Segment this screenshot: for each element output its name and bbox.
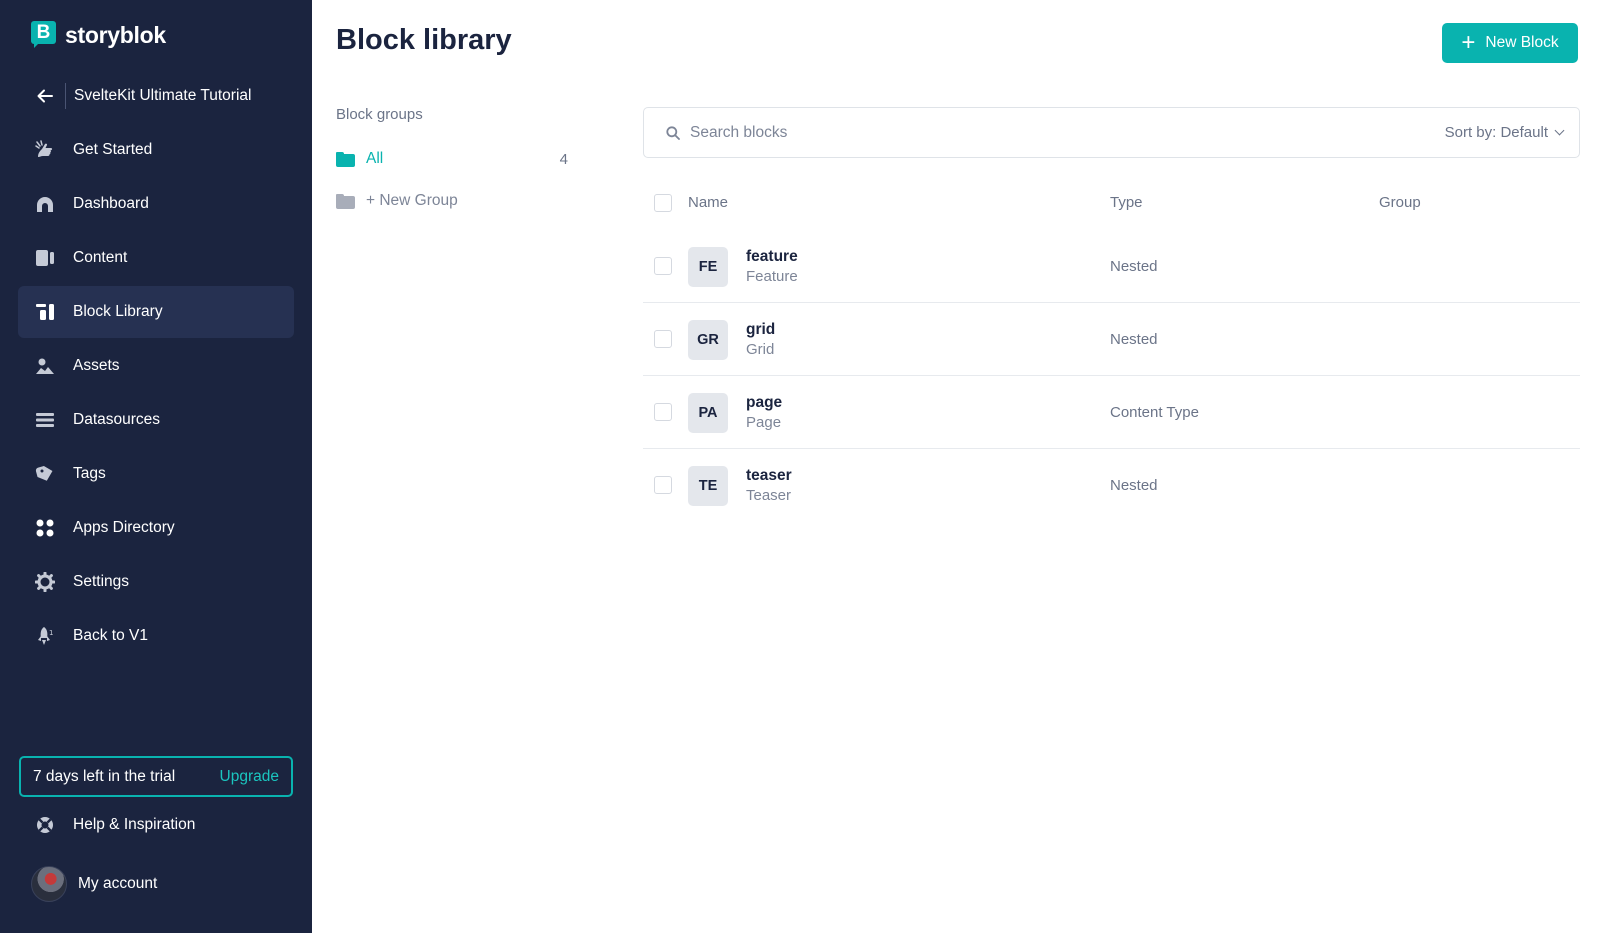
block-display-name: Feature	[746, 268, 798, 285]
group-count: 4	[559, 150, 568, 168]
svg-text:1: 1	[49, 629, 53, 637]
folder-icon	[336, 151, 355, 167]
sidebar-item-block-library[interactable]: Block Library	[18, 286, 294, 338]
group-all[interactable]: All 4	[336, 147, 568, 171]
block-display-name: Teaser	[746, 487, 792, 504]
sidebar-item-tags[interactable]: Tags	[18, 448, 294, 500]
group-label: + New Group	[366, 192, 458, 209]
account-label: My account	[78, 875, 158, 892]
sidebar-item-dashboard[interactable]: Dashboard	[18, 178, 294, 230]
block-display-name: Grid	[746, 341, 775, 358]
block-type: Content Type	[1110, 404, 1199, 421]
rocket-hand-icon	[35, 140, 55, 160]
sidebar-item-get-started[interactable]: Get Started	[18, 124, 294, 176]
block-name: grid	[746, 321, 776, 338]
sidebar-item-label: Tags	[73, 465, 106, 482]
column-header-group[interactable]: Group	[1379, 194, 1421, 211]
help-inspiration-link[interactable]: Help & Inspiration	[18, 799, 294, 851]
table-row[interactable]: PA page Page Content Type	[643, 376, 1580, 449]
block-badge: GR	[688, 320, 728, 360]
folder-icon	[336, 193, 355, 209]
datasources-icon	[35, 410, 55, 430]
space-name: SvelteKit Ultimate Tutorial	[74, 87, 252, 104]
block-type: Nested	[1110, 258, 1158, 275]
space-back-link[interactable]: SvelteKit Ultimate Tutorial	[18, 70, 294, 122]
column-header-name[interactable]: Name	[688, 194, 728, 211]
search-bar: Sort by: Default	[643, 107, 1580, 158]
new-block-button[interactable]: + New Block	[1442, 23, 1578, 63]
sort-label: Sort by: Default	[1444, 124, 1548, 141]
search-input[interactable]	[690, 123, 1445, 142]
divider	[65, 83, 66, 109]
row-checkbox[interactable]	[654, 476, 672, 494]
sidebar-item-datasources[interactable]: Datasources	[18, 394, 294, 446]
table-row[interactable]: TE teaser Teaser Nested	[643, 449, 1580, 522]
row-checkbox[interactable]	[654, 257, 672, 275]
dashboard-icon	[35, 194, 55, 214]
page-title: Block library	[336, 24, 512, 56]
sidebar-item-settings[interactable]: Settings	[18, 556, 294, 608]
gear-icon	[35, 572, 55, 592]
upgrade-link[interactable]: Upgrade	[220, 768, 279, 786]
avatar	[31, 866, 67, 902]
apps-icon	[35, 518, 55, 538]
sidebar-item-label: Block Library	[73, 303, 163, 320]
sidebar-item-label: Datasources	[73, 411, 161, 428]
row-checkbox[interactable]	[654, 403, 672, 421]
sidebar-item-label: Assets	[73, 357, 120, 374]
storyblok-logo[interactable]: B storyblok	[31, 20, 166, 50]
block-badge: PA	[688, 393, 728, 433]
sidebar-item-content[interactable]: Content	[18, 232, 294, 284]
block-badge: FE	[688, 247, 728, 287]
select-all-checkbox[interactable]	[654, 194, 672, 212]
sidebar: B storyblok SvelteKit Ultimate Tutorial …	[0, 0, 312, 933]
sidebar-item-label: Settings	[73, 573, 130, 590]
chevron-down-icon	[1554, 125, 1565, 136]
new-block-label: New Block	[1485, 34, 1559, 51]
new-group-button[interactable]: + New Group	[336, 189, 568, 213]
plus-icon: +	[1461, 29, 1476, 56]
sidebar-item-label: Apps Directory	[73, 519, 175, 536]
block-name: teaser	[746, 467, 792, 484]
sidebar-item-label: Dashboard	[73, 195, 149, 212]
rocket-icon: 1	[35, 626, 55, 646]
block-type: Nested	[1110, 477, 1158, 494]
block-badge: TE	[688, 466, 728, 506]
block-display-name: Page	[746, 414, 782, 431]
trial-banner: 7 days left in the trial Upgrade	[19, 756, 293, 797]
sidebar-item-back-to-v1[interactable]: 1 Back to V1	[18, 610, 294, 662]
block-library-icon	[35, 302, 55, 322]
content-icon	[35, 248, 55, 268]
block-name: page	[746, 394, 783, 411]
table-row[interactable]: FE feature Feature Nested	[643, 230, 1580, 303]
sort-dropdown[interactable]: Sort by: Default	[1444, 124, 1565, 141]
assets-icon	[35, 356, 55, 376]
sidebar-item-label: Content	[73, 249, 128, 266]
trial-text: 7 days left in the trial	[33, 767, 176, 785]
sidebar-item-assets[interactable]: Assets	[18, 340, 294, 392]
block-type: Nested	[1110, 331, 1158, 348]
brand-name: storyblok	[65, 21, 166, 48]
sidebar-item-label: Back to V1	[73, 627, 148, 644]
storyblok-logo-icon: B	[31, 21, 56, 49]
sidebar-item-label: Get Started	[73, 141, 153, 158]
row-checkbox[interactable]	[654, 330, 672, 348]
column-header-type[interactable]: Type	[1110, 194, 1143, 211]
block-name: feature	[746, 248, 798, 265]
arrow-left-icon	[35, 86, 55, 106]
sidebar-item-apps-directory[interactable]: Apps Directory	[18, 502, 294, 554]
tag-icon	[35, 464, 55, 484]
lifebuoy-icon	[35, 815, 55, 835]
table-header: Name Type Group	[643, 190, 1580, 216]
block-groups-title: Block groups	[336, 106, 423, 123]
search-icon	[666, 125, 680, 140]
help-label: Help & Inspiration	[73, 816, 196, 833]
my-account[interactable]: My account	[31, 866, 157, 902]
table-row[interactable]: GR grid Grid Nested	[643, 303, 1580, 376]
group-label: All	[366, 150, 384, 167]
